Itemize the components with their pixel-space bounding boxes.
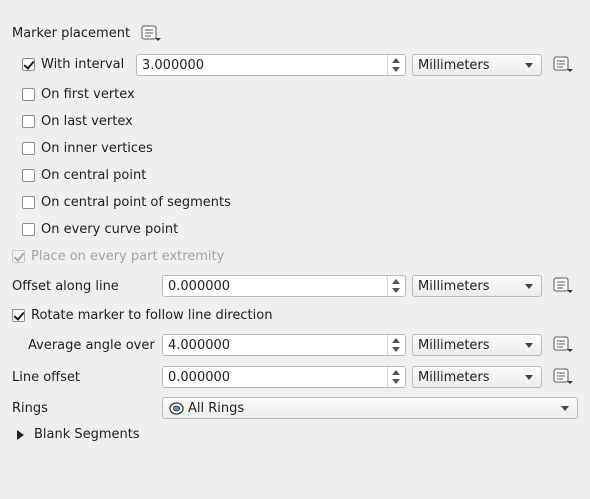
average-angle-value: 4.000000	[168, 338, 231, 353]
on-inner-vertices-checkbox[interactable]	[22, 142, 35, 155]
offset-data-defined-icon[interactable]	[551, 276, 575, 296]
chevron-down-icon	[525, 343, 533, 348]
spin-arrows[interactable]	[387, 367, 405, 387]
rotate-marker-label: Rotate marker to follow line direction	[31, 308, 273, 323]
line-offset-data-defined-icon[interactable]	[551, 367, 575, 387]
spin-up-icon[interactable]	[392, 370, 400, 375]
on-first-vertex-label: On first vertex	[41, 87, 135, 102]
spin-up-icon[interactable]	[392, 279, 400, 284]
line-offset-unit-combo[interactable]: Millimeters	[412, 366, 542, 388]
spin-down-icon[interactable]	[392, 347, 400, 352]
on-central-point-label: On central point	[41, 168, 147, 183]
interval-unit-combo[interactable]: Millimeters	[412, 54, 542, 76]
chevron-down-icon	[561, 406, 569, 411]
with-interval-checkbox[interactable]	[22, 58, 35, 71]
interval-unit-value: Millimeters	[418, 58, 490, 73]
rings-label: Rings	[12, 401, 48, 416]
spin-arrows[interactable]	[387, 55, 405, 75]
on-first-vertex-checkbox[interactable]	[22, 88, 35, 101]
average-angle-unit-combo[interactable]: Millimeters	[412, 334, 542, 356]
spin-down-icon[interactable]	[392, 67, 400, 72]
data-defined-override-icon[interactable]	[139, 24, 163, 44]
place-on-extremity-label: Place on every part extremity	[31, 249, 225, 264]
blank-segments-label[interactable]: Blank Segments	[34, 427, 140, 443]
interval-value: 3.000000	[142, 58, 205, 73]
interval-data-defined-icon[interactable]	[551, 55, 575, 75]
line-offset-spinbox[interactable]: 0.000000	[162, 366, 406, 388]
offset-along-line-value: 0.000000	[168, 279, 231, 294]
chevron-down-icon	[525, 375, 533, 380]
offset-along-line-spinbox[interactable]: 0.000000	[162, 275, 406, 297]
average-angle-label: Average angle over	[28, 338, 155, 353]
spin-up-icon[interactable]	[392, 338, 400, 343]
on-central-point-segments-label: On central point of segments	[41, 195, 231, 210]
on-every-curve-point-label: On every curve point	[41, 222, 179, 237]
chevron-down-icon	[525, 284, 533, 289]
rings-value: All Rings	[188, 401, 245, 416]
spin-arrows[interactable]	[387, 276, 405, 296]
line-offset-label: Line offset	[12, 370, 81, 385]
expand-arrow-icon[interactable]	[16, 429, 26, 445]
rotate-marker-checkbox[interactable]	[12, 309, 25, 322]
rings-icon	[169, 401, 184, 420]
spin-down-icon[interactable]	[392, 288, 400, 293]
rings-combo[interactable]: All Rings	[162, 397, 578, 419]
interval-spinbox[interactable]: 3.000000	[136, 54, 406, 76]
chevron-down-icon	[525, 63, 533, 68]
place-on-extremity-checkbox	[12, 250, 25, 263]
spin-up-icon[interactable]	[392, 58, 400, 63]
on-every-curve-point-checkbox[interactable]	[22, 223, 35, 236]
spin-arrows[interactable]	[387, 335, 405, 355]
offset-along-line-unit-value: Millimeters	[418, 279, 490, 294]
marker-placement-title: Marker placement	[12, 26, 131, 41]
on-last-vertex-label: On last vertex	[41, 114, 133, 129]
average-angle-spinbox[interactable]: 4.000000	[162, 334, 406, 356]
offset-along-line-label: Offset along line	[12, 279, 119, 294]
average-angle-data-defined-icon[interactable]	[551, 335, 575, 355]
on-inner-vertices-label: On inner vertices	[41, 141, 153, 156]
on-last-vertex-checkbox[interactable]	[22, 115, 35, 128]
spin-down-icon[interactable]	[392, 379, 400, 384]
offset-along-line-unit-combo[interactable]: Millimeters	[412, 275, 542, 297]
on-central-point-checkbox[interactable]	[22, 169, 35, 182]
with-interval-label: With interval	[41, 57, 125, 72]
on-central-point-segments-checkbox[interactable]	[22, 196, 35, 209]
average-angle-unit-value: Millimeters	[418, 338, 490, 353]
line-offset-unit-value: Millimeters	[418, 370, 490, 385]
line-offset-value: 0.000000	[168, 370, 231, 385]
